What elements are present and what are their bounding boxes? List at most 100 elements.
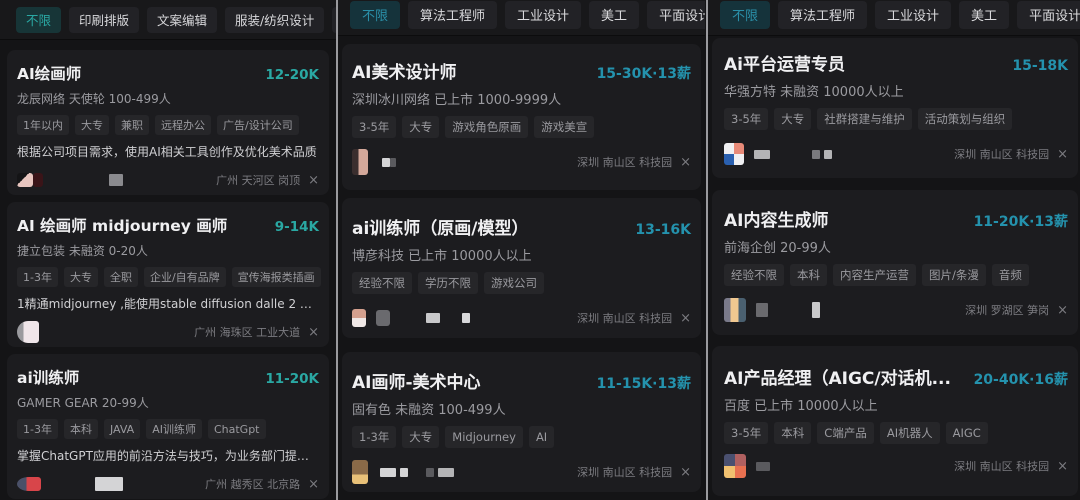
filter-chip-all[interactable]: 不限 bbox=[16, 6, 62, 33]
recruiter-name-blurred bbox=[109, 174, 123, 186]
job-list-panel-2: 不限 算法工程师 工业设计 美工 平面设计 AI美术设计师 15-30K·13薪… bbox=[338, 0, 705, 500]
job-list-panel-1: 不限 印刷排版 文案编辑 服装/纺织设计 平面设 AI绘画师 12-20K 龙辰… bbox=[0, 0, 336, 500]
recruiter-avatar bbox=[724, 454, 746, 478]
close-icon[interactable]: × bbox=[680, 155, 691, 170]
recruiter-name-blurred bbox=[426, 313, 470, 323]
filter-chip[interactable]: 印刷排版 bbox=[69, 6, 140, 33]
job-card[interactable]: ai训练师 11-20K GAMER GEAR 20-99人 1-3年 本科 J… bbox=[7, 354, 329, 499]
job-title[interactable]: AI画师-美术中心 bbox=[352, 368, 481, 393]
tag: 游戏公司 bbox=[484, 272, 544, 294]
tag: AI bbox=[528, 426, 555, 448]
job-title[interactable]: ai训练师 bbox=[17, 366, 79, 388]
close-icon[interactable]: × bbox=[308, 173, 319, 188]
filter-chip[interactable]: 算法工程师 bbox=[778, 0, 868, 29]
tag-list: 1-3年 大专 Midjourney AI bbox=[352, 426, 691, 448]
tag: 全职 bbox=[103, 267, 138, 287]
job-card[interactable]: AI绘画师 12-20K 龙辰网络 天使轮 100-499人 1年以内 大专 兼… bbox=[7, 50, 329, 195]
location-text: 深圳 南山区 科技园 bbox=[577, 466, 673, 479]
job-card[interactable]: AI 绘画师 midjourney 画师 9-14K 捷立包装 未融资 0-20… bbox=[7, 202, 329, 347]
recruiter-avatar-blur bbox=[376, 310, 390, 326]
close-icon[interactable]: × bbox=[1057, 303, 1068, 318]
recruiter-name-blurred bbox=[380, 467, 454, 477]
filter-chip[interactable]: 算法工程师 bbox=[408, 0, 498, 29]
category-filter-bar: 不限 算法工程师 工业设计 美工 平面设计 bbox=[708, 0, 1080, 36]
location-text: 广州 海珠区 工业大道 bbox=[194, 326, 301, 339]
filter-chip[interactable]: 美工 bbox=[589, 0, 640, 29]
tag: 1-3年 bbox=[17, 419, 58, 439]
location: 广州 天河区 岗顶 × bbox=[216, 172, 319, 188]
salary: 20-40K·16薪 bbox=[973, 372, 1068, 388]
salary: 15-30K·13薪 bbox=[596, 66, 691, 82]
recruiter-avatar-blur bbox=[33, 173, 43, 187]
recruiter-avatar bbox=[352, 149, 368, 175]
job-card[interactable]: AI内容生成师 11-20K·13薪 前海企创 20-99人 经验不限 本科 内… bbox=[712, 190, 1078, 335]
salary: 15-18K bbox=[1012, 58, 1068, 74]
close-icon[interactable]: × bbox=[308, 477, 319, 492]
recruiter bbox=[724, 454, 770, 478]
filter-chip[interactable]: 平面设计 bbox=[1017, 0, 1080, 29]
company-info: 前海企创 20-99人 bbox=[724, 241, 831, 256]
filter-chip[interactable]: 工业设计 bbox=[875, 0, 952, 29]
job-title[interactable]: Ai平台运营专员 bbox=[724, 50, 845, 75]
job-card[interactable]: Ai平台运营专员 15-18K 华强方特 未融资 10000人以上 3-5年 大… bbox=[712, 38, 1078, 178]
filter-chip[interactable]: 美工 bbox=[959, 0, 1010, 29]
location-text: 深圳 罗湖区 笋岗 bbox=[965, 304, 1050, 317]
recruiter-avatar bbox=[352, 460, 368, 484]
location: 广州 越秀区 北京路 × bbox=[205, 476, 319, 492]
job-title[interactable]: ai训练师（原画/模型） bbox=[352, 214, 529, 239]
job-card[interactable]: AI美术设计师 15-30K·13薪 深圳冰川网络 已上市 1000-9999人… bbox=[342, 44, 701, 190]
tag: 音频 bbox=[991, 264, 1029, 286]
tag: Midjourney bbox=[445, 426, 523, 448]
filter-chip[interactable]: 工业设计 bbox=[505, 0, 582, 29]
filter-chip[interactable]: 文案编辑 bbox=[147, 6, 218, 33]
tag: 3-5年 bbox=[352, 116, 397, 138]
location-text: 深圳 南山区 科技园 bbox=[954, 148, 1050, 161]
tag: 1-3年 bbox=[17, 267, 58, 287]
salary: 12-20K bbox=[265, 67, 319, 83]
tag: 宣传海报类插画 bbox=[231, 267, 321, 287]
job-title[interactable]: AI美术设计师 bbox=[352, 58, 456, 83]
close-icon[interactable]: × bbox=[680, 311, 691, 326]
job-card[interactable]: AI画师-美术中心 11-15K·13薪 固有色 未融资 100-499人 1-… bbox=[342, 352, 701, 492]
filter-chip-all[interactable]: 不限 bbox=[720, 0, 771, 29]
job-description: 根据公司项目需求，使用AI相关工具创作及优化美术品质 bbox=[17, 145, 317, 159]
close-icon[interactable]: × bbox=[680, 465, 691, 480]
close-icon[interactable]: × bbox=[1057, 459, 1068, 474]
filter-chip-all[interactable]: 不限 bbox=[350, 0, 401, 29]
tag: 大专 bbox=[402, 426, 440, 448]
tag: 3-5年 bbox=[724, 422, 769, 444]
tag: 经验不限 bbox=[724, 264, 784, 286]
recruiter-avatar bbox=[724, 143, 744, 165]
recruiter-avatar bbox=[17, 477, 41, 491]
tag: 1-3年 bbox=[352, 426, 397, 448]
filter-chip[interactable]: 平面设计 bbox=[647, 0, 705, 29]
recruiter-avatar bbox=[352, 309, 366, 327]
recruiter-avatar bbox=[724, 298, 746, 322]
location-text: 广州 越秀区 北京路 bbox=[205, 478, 301, 491]
tag: 1年以内 bbox=[17, 115, 69, 135]
filter-chip[interactable]: 服装/纺织设计 bbox=[225, 6, 325, 33]
salary: 13-16K bbox=[635, 222, 691, 238]
job-title[interactable]: AI产品经理（AIGC/对话机... bbox=[724, 364, 951, 389]
tag: 本科 bbox=[774, 422, 812, 444]
company-info: GAMER GEAR 20-99人 bbox=[17, 396, 149, 410]
recruiter bbox=[352, 460, 454, 484]
tag: 学历不限 bbox=[418, 272, 478, 294]
location-text: 广州 天河区 岗顶 bbox=[216, 174, 301, 187]
company-info: 百度 已上市 10000人以上 bbox=[724, 399, 878, 414]
salary: 11-20K bbox=[265, 371, 319, 387]
job-card[interactable]: ai训练师（原画/模型） 13-16K 博彦科技 已上市 10000人以上 经验… bbox=[342, 198, 701, 338]
tag: 大专 bbox=[402, 116, 440, 138]
location-text: 深圳 南山区 科技园 bbox=[577, 156, 673, 169]
tag: 3-5年 bbox=[724, 108, 769, 130]
job-title[interactable]: AI 绘画师 midjourney 画师 bbox=[17, 214, 227, 236]
tag: 广告/设计公司 bbox=[217, 115, 299, 135]
recruiter bbox=[17, 477, 123, 491]
close-icon[interactable]: × bbox=[1057, 147, 1068, 162]
job-title[interactable]: AI内容生成师 bbox=[724, 206, 828, 231]
recruiter bbox=[724, 143, 832, 165]
job-title[interactable]: AI绘画师 bbox=[17, 62, 81, 84]
job-card[interactable]: AI产品经理（AIGC/对话机... 20-40K·16薪 百度 已上市 100… bbox=[712, 346, 1078, 496]
job-description: 1精通midjourney ,能使用stable diffusion dalle… bbox=[17, 297, 319, 311]
close-icon[interactable]: × bbox=[308, 325, 319, 340]
